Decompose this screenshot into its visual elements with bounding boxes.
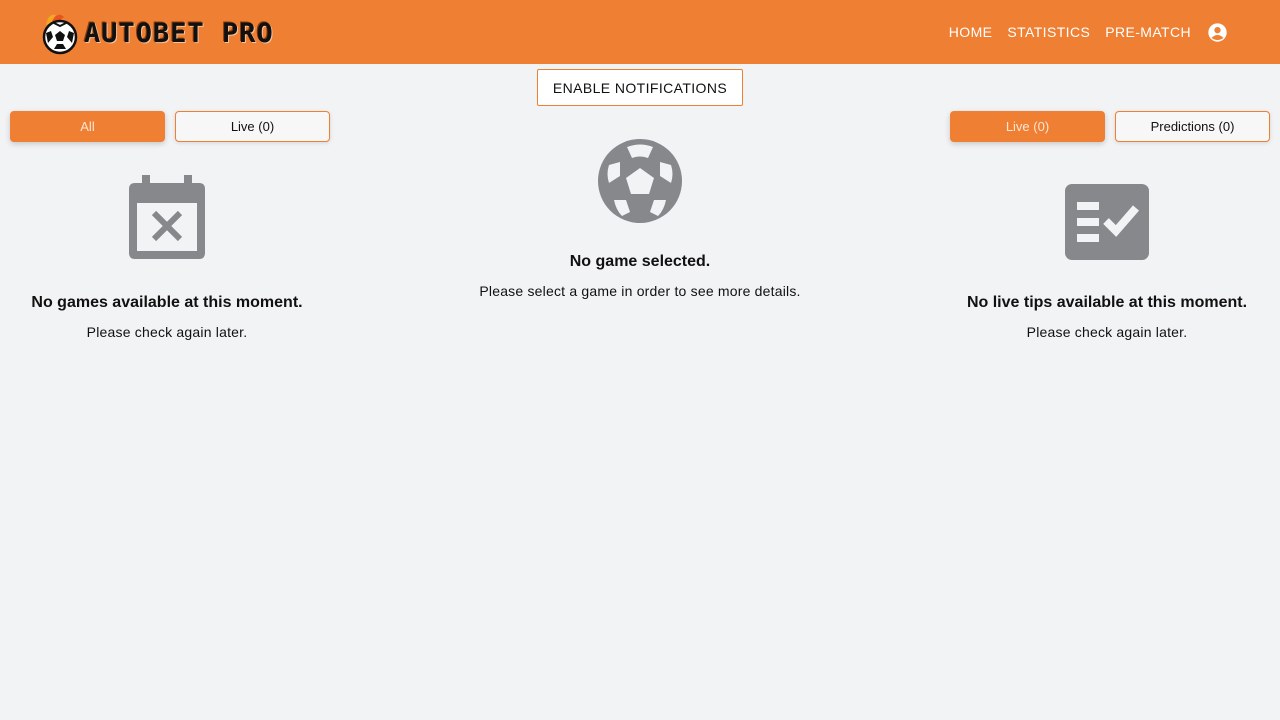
games-empty-title: No games available at this moment. [31,294,303,311]
logo-ball-icon [42,14,78,55]
tab-all-games[interactable]: All [10,111,165,142]
tab-predictions[interactable]: Predictions (0) [1115,111,1270,142]
top-navbar: AUTOBET PRO HOME STATISTICS PRE-MATCH [0,0,1280,64]
main-nav: HOME STATISTICS PRE-MATCH [934,0,1228,64]
tab-live-games[interactable]: Live (0) [175,111,330,142]
details-empty-subtitle: Please select a game in order to see mor… [479,283,801,299]
account-circle-icon[interactable] [1207,22,1228,43]
nav-pre-match[interactable]: PRE-MATCH [1105,24,1191,40]
games-empty-state: No games available at this moment. Pleas… [10,294,324,340]
details-empty-state: No game selected. Please select a game i… [420,253,860,299]
tips-empty-state: No live tips available at this moment. P… [950,294,1264,340]
tips-empty-subtitle: Please check again later. [1026,324,1188,340]
nav-statistics[interactable]: STATISTICS [1007,24,1090,40]
nav-home[interactable]: HOME [949,24,993,40]
tab-live-tips[interactable]: Live (0) [950,111,1105,142]
brand-name: AUTOBET PRO [84,17,274,49]
brand-logo[interactable]: AUTOBET PRO [38,10,288,56]
enable-notifications-button[interactable]: ENABLE NOTIFICATIONS [537,69,743,106]
soccer-ball-icon [598,139,682,223]
checklist-icon [1065,184,1149,260]
calendar-remove-icon [129,175,205,259]
tips-empty-title: No live tips available at this moment. [966,294,1248,311]
details-empty-title: No game selected. [569,253,711,270]
games-empty-subtitle: Please check again later. [86,324,248,340]
